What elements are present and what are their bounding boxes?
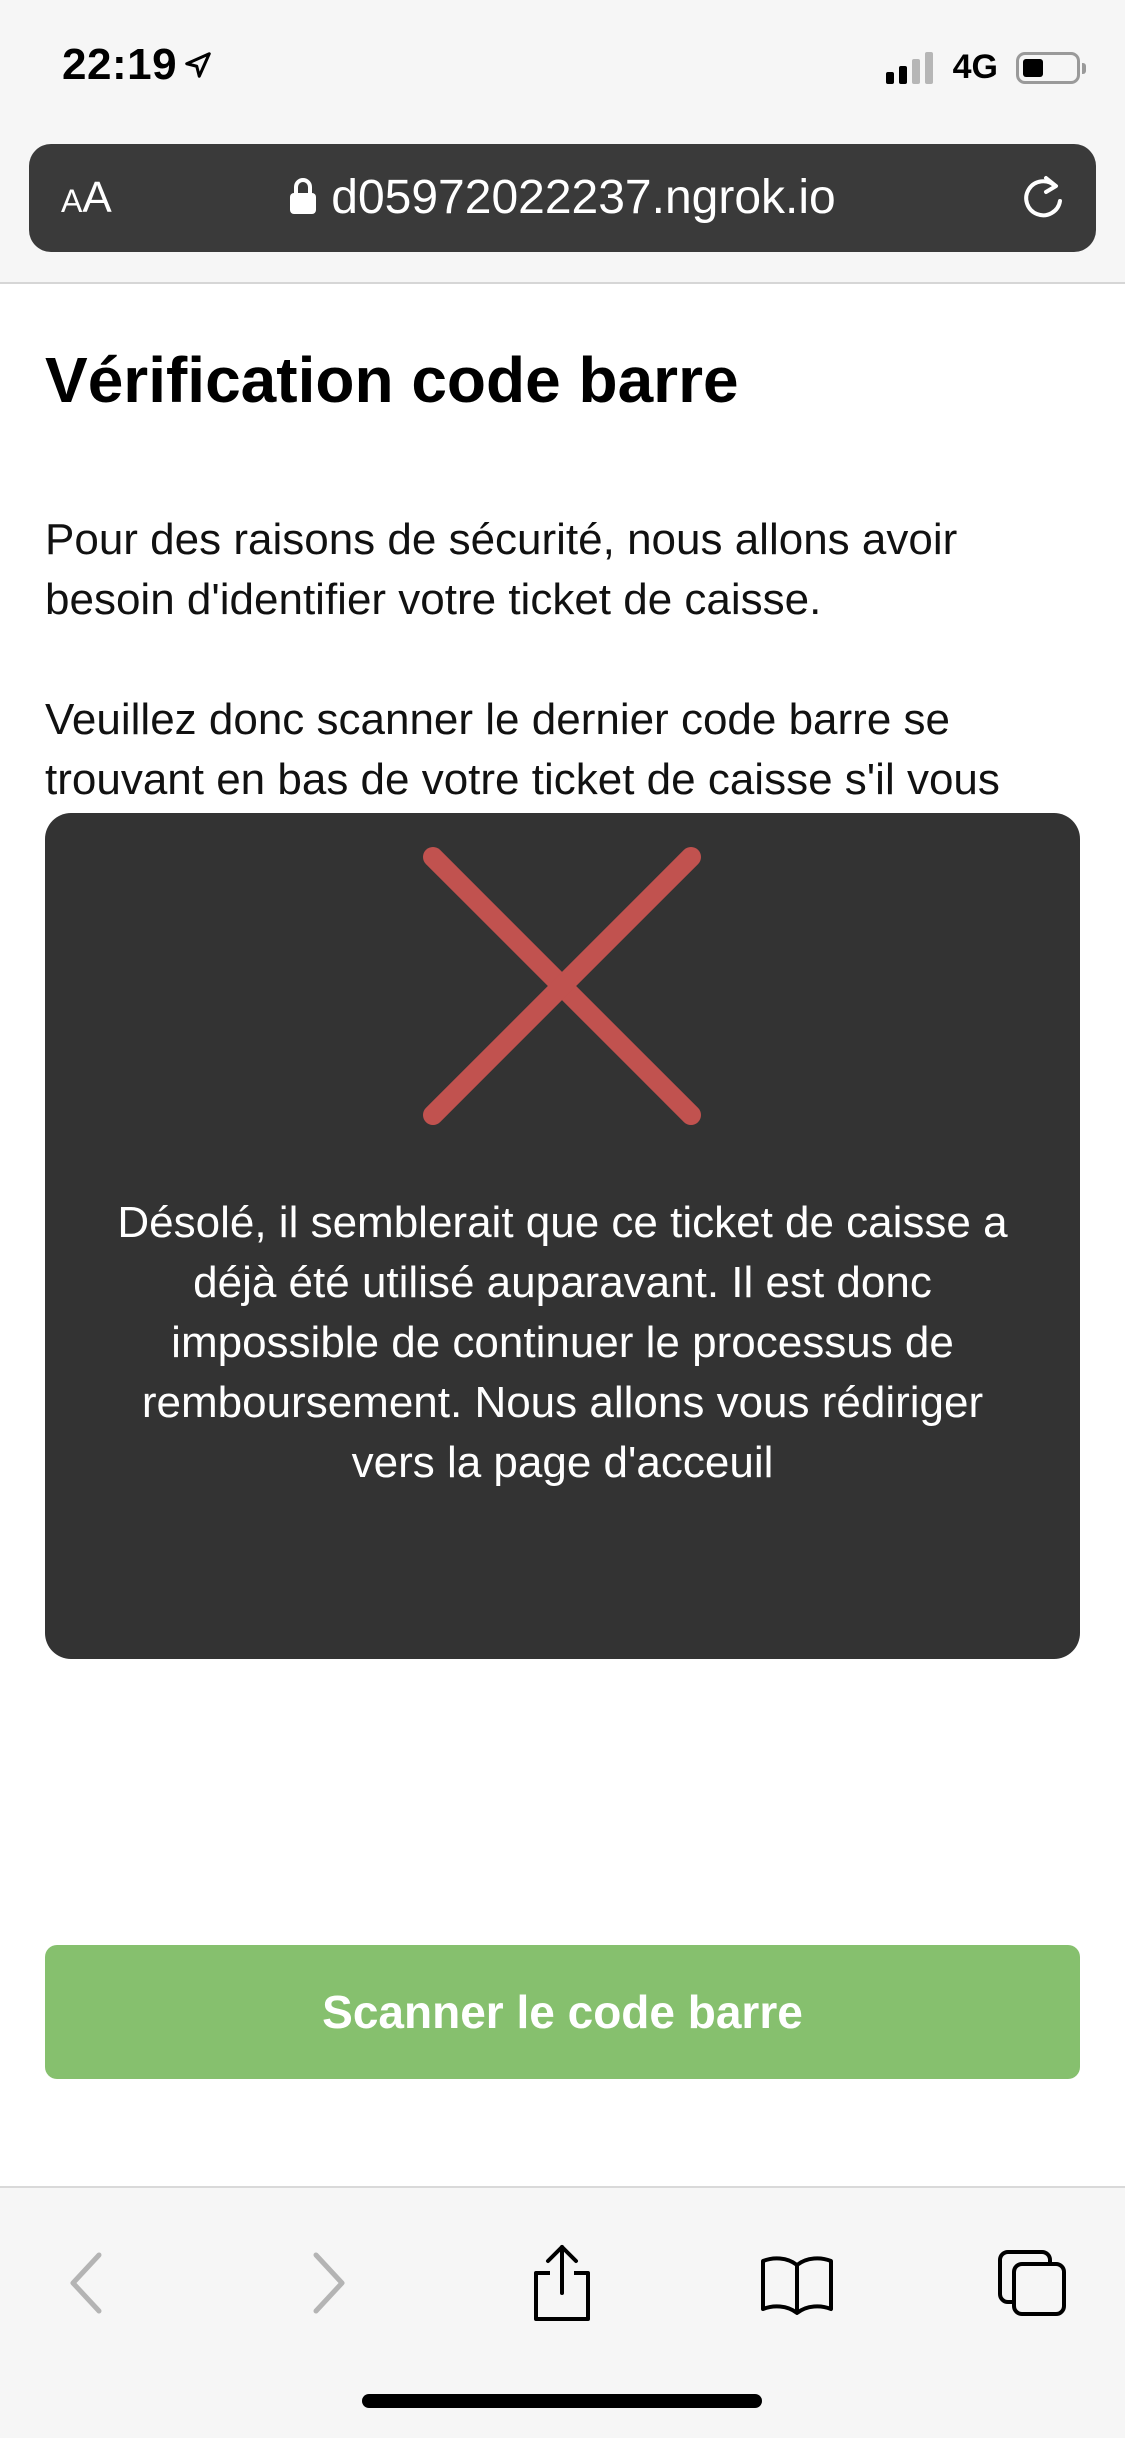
address-bar[interactable]: AA d05972022237.ngrok.io bbox=[29, 144, 1096, 252]
error-modal: Désolé, il semblerait que ce ticket de c… bbox=[45, 813, 1080, 1659]
back-icon bbox=[70, 2252, 102, 2314]
network-type: 4G bbox=[952, 48, 998, 86]
battery-icon bbox=[1016, 51, 1086, 84]
forward-button[interactable] bbox=[283, 2238, 373, 2328]
error-message: Désolé, il semblerait que ce ticket de c… bbox=[117, 1198, 1008, 1487]
status-bar: 22:19 4G bbox=[0, 0, 1125, 140]
url-text: d05972022237.ngrok.io bbox=[331, 171, 836, 224]
signal-icon bbox=[885, 51, 933, 84]
forward-icon bbox=[313, 2252, 345, 2314]
scan-barcode-button[interactable]: Scanner le code barre bbox=[45, 1945, 1080, 2079]
status-time-text: 22:19 bbox=[62, 40, 178, 89]
back-button[interactable] bbox=[42, 2238, 132, 2328]
share-button[interactable] bbox=[517, 2238, 607, 2328]
page-title: Vérification code barre bbox=[45, 344, 739, 416]
status-indicators: 4G bbox=[885, 48, 1086, 87]
reload-icon[interactable] bbox=[1018, 172, 1068, 224]
url-display[interactable]: d05972022237.ngrok.io bbox=[29, 168, 1096, 228]
tabs-button[interactable] bbox=[987, 2238, 1077, 2328]
bookmarks-icon bbox=[761, 2256, 833, 2315]
location-arrow-icon bbox=[185, 52, 211, 78]
security-notice: Pour des raisons de sécurité, nous allon… bbox=[45, 515, 958, 624]
tabs-icon bbox=[998, 2250, 1066, 2316]
browser-address-area: AA d05972022237.ngrok.io bbox=[0, 140, 1125, 284]
error-x-icon bbox=[423, 847, 701, 1125]
home-indicator[interactable] bbox=[362, 2394, 762, 2408]
bookmarks-button[interactable] bbox=[752, 2238, 842, 2328]
status-time: 22:19 bbox=[62, 40, 213, 90]
lock-icon bbox=[290, 178, 317, 215]
share-icon bbox=[534, 2245, 590, 2321]
